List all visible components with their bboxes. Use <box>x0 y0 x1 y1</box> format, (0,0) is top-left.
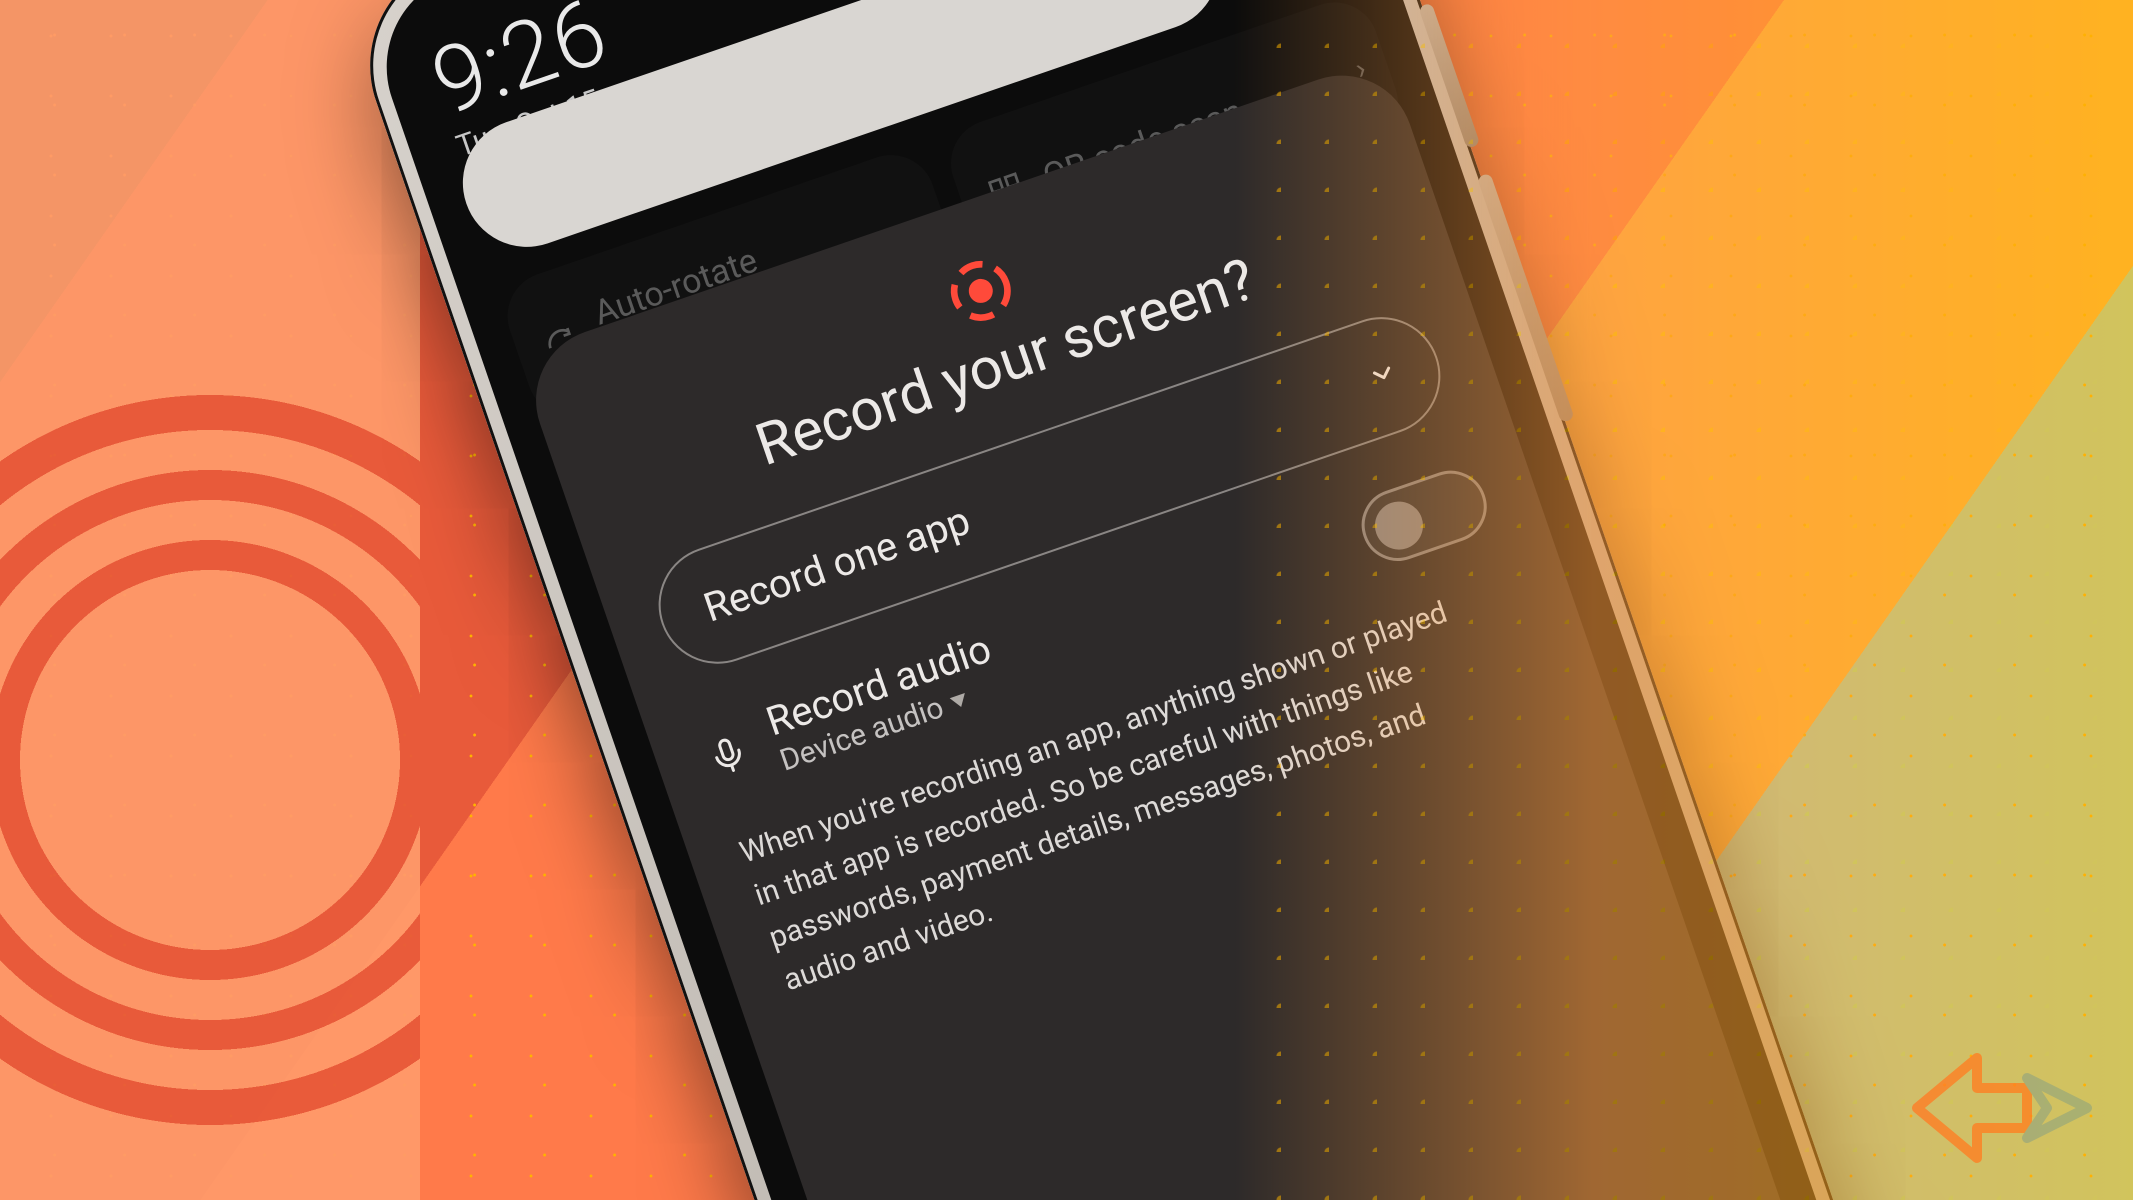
chevron-right-icon: › <box>1351 51 1371 87</box>
phone-mockup: 9:26 Tue, Oct 15 Auto-rotate Off <box>340 0 1923 1200</box>
dropdown-triangle-icon[interactable] <box>950 692 969 709</box>
phone-side-button <box>1418 2 1480 148</box>
microphone-icon <box>703 730 754 781</box>
phone-screen: 9:26 Tue, Oct 15 Auto-rotate Off <box>361 0 1903 1200</box>
record-audio-toggle[interactable] <box>1352 461 1496 571</box>
phone-volume-rocker <box>1477 173 1575 423</box>
site-logo <box>1907 1048 2097 1172</box>
record-scope-value: Record one app <box>698 496 976 631</box>
toggle-knob <box>1368 495 1429 556</box>
photo-background: 9:26 Tue, Oct 15 Auto-rotate Off <box>0 0 2133 1200</box>
chevron-down-icon <box>1361 348 1405 402</box>
record-icon <box>940 250 1021 331</box>
